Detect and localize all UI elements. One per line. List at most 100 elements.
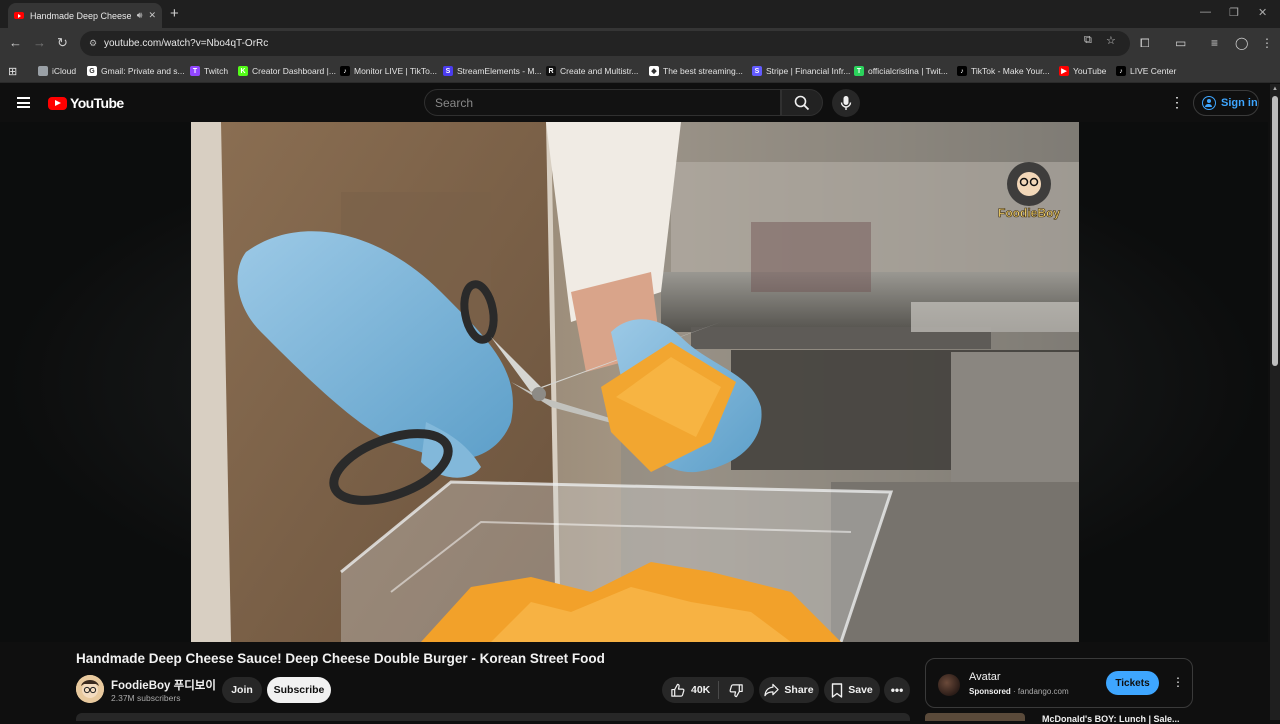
bookmark-item[interactable]: S StreamElements - M...	[443, 64, 542, 78]
video-frame-image: FoodieBoy	[191, 122, 1079, 642]
bookmark-star-icon[interactable]: ☆	[1106, 34, 1116, 47]
ad-title: Avatar	[969, 671, 1001, 683]
join-button[interactable]: Join	[222, 677, 262, 703]
media-control-icon[interactable]: ≡	[1211, 36, 1218, 50]
minimize-icon[interactable]: —	[1200, 6, 1211, 18]
bookmark-favicon-icon: R	[546, 66, 556, 76]
speaker-icon[interactable]: 🔊︎	[137, 10, 143, 21]
back-icon[interactable]: ←	[9, 36, 22, 50]
bookmark-label: Gmail: Private and s...	[101, 66, 185, 76]
thumbs-up-icon	[671, 683, 685, 697]
forward-icon[interactable]: →	[33, 36, 46, 50]
browser-menu-icon[interactable]: ⋮	[1261, 36, 1273, 50]
bookmark-favicon-icon	[38, 66, 48, 76]
url-text: youtube.com/watch?v=Nbo4qT-OrRc	[104, 38, 269, 49]
like-button[interactable]: 40K	[662, 683, 718, 698]
bookmark-favicon-icon: ◆	[649, 66, 659, 76]
like-dislike-group: 40K	[662, 677, 754, 703]
search-input[interactable]: Search	[424, 89, 781, 116]
settings-kebab-icon[interactable]: ⋮	[1170, 94, 1184, 110]
browser-toolbar: ← → ↻ ⚙ youtube.com/watch?v=Nbo4qT-OrRc …	[0, 28, 1280, 59]
scroll-up-icon[interactable]: ▲	[1272, 86, 1278, 92]
next-video-title[interactable]: McDonald's BOY: Lunch | Sale...	[1042, 714, 1180, 724]
bookmark-item[interactable]: T Twitch	[190, 64, 228, 78]
bookmark-item[interactable]: iCloud	[38, 64, 76, 78]
sign-in-label: Sign in	[1221, 97, 1258, 109]
restore-icon[interactable]: ❐	[1229, 6, 1239, 19]
subscriber-count: 2.37M subscribers	[111, 693, 181, 703]
bookmark-favicon-icon: T	[854, 66, 864, 76]
address-bar[interactable]: ⚙ youtube.com/watch?v=Nbo4qT-OrRc	[80, 31, 1130, 56]
youtube-logo-icon	[48, 96, 67, 110]
bookmark-label: TikTok - Make Your...	[971, 66, 1050, 76]
voice-search-button[interactable]	[832, 89, 860, 117]
more-actions-button[interactable]: •••	[884, 677, 910, 703]
close-window-icon[interactable]: ✕	[1258, 6, 1267, 19]
search-button[interactable]	[781, 89, 823, 116]
apps-grid-icon[interactable]: ⊞	[8, 64, 17, 78]
bookmark-favicon-icon: S	[752, 66, 762, 76]
dislike-button[interactable]	[719, 683, 754, 698]
tickets-button[interactable]: Tickets	[1106, 671, 1159, 695]
install-app-icon[interactable]: ⧉	[1084, 34, 1092, 47]
bookmark-item[interactable]: ♪ TikTok - Make Your...	[957, 64, 1050, 78]
bookmark-favicon-icon: ♪	[957, 66, 967, 76]
sign-in-button[interactable]: Sign in	[1193, 90, 1259, 116]
new-tab-button[interactable]: +	[170, 6, 179, 21]
site-info-icon[interactable]: ⚙	[86, 37, 100, 51]
sidepanel-icon[interactable]: ▭	[1175, 36, 1186, 50]
bookmark-favicon-icon: ▶	[1059, 66, 1069, 76]
video-player[interactable]: FoodieBoy	[191, 122, 1079, 642]
bookmark-label: officialcristina | Twit...	[868, 66, 948, 76]
account-icon	[1202, 96, 1216, 110]
share-button[interactable]: Share	[759, 677, 819, 703]
menu-icon[interactable]	[17, 97, 30, 108]
profile-icon[interactable]: ◯	[1235, 36, 1248, 50]
subscribe-button[interactable]: Subscribe	[267, 677, 331, 703]
bookmark-item[interactable]: ♪ Monitor LIVE | TikTo...	[340, 64, 437, 78]
bookmark-icon	[832, 682, 843, 698]
close-tab-icon[interactable]: ✕	[148, 10, 156, 21]
bookmark-label: Stripe | Financial Infr...	[766, 66, 851, 76]
bookmark-item[interactable]: Tofficialcristina | Twit...	[854, 64, 948, 78]
bookmark-label: iCloud	[52, 66, 77, 76]
bookmark-item[interactable]: ▶ YouTube	[1059, 64, 1106, 78]
youtube-logo[interactable]: YouTube	[48, 95, 124, 111]
browser-tab-active[interactable]: Handmade Deep Cheese Sa 🔊︎ ✕	[8, 3, 162, 28]
scrollbar-thumb[interactable]	[1272, 96, 1278, 366]
bookmark-favicon-icon: S	[443, 66, 453, 76]
reload-icon[interactable]: ↻	[57, 36, 68, 50]
extensions-icon[interactable]: ⧠	[1140, 36, 1150, 51]
bookmark-label: Twitch	[204, 66, 229, 76]
save-button[interactable]: Save	[824, 677, 880, 703]
share-icon	[764, 683, 780, 697]
more-horizontal-icon: •••	[890, 683, 904, 697]
like-count: 40K	[691, 684, 711, 696]
youtube-header: YouTube Search ⋮ Sign in	[0, 84, 1280, 122]
bookmark-favicon-icon: ♪	[1116, 66, 1126, 76]
bookmark-label: The best streaming...	[663, 66, 743, 76]
thumbs-down-icon	[729, 683, 743, 697]
ad-menu-icon[interactable]: ⋮	[1172, 675, 1184, 689]
channel-avatar[interactable]	[76, 675, 104, 703]
youtube-favicon-icon	[14, 12, 24, 19]
bookmark-item[interactable]: S Stripe | Financial Infr...	[752, 64, 850, 78]
bookmark-label: LIVE Center	[1130, 66, 1177, 76]
channel-name[interactable]: FoodieBoy 푸디보이	[111, 677, 216, 693]
bookmark-item[interactable]: ◆ The best streaming...	[649, 64, 743, 78]
sponsored-ad-card[interactable]: Avatar Sponsored · fandango.com Tickets …	[925, 658, 1193, 708]
bookmark-item[interactable]: G Gmail: Private and s...	[87, 64, 185, 78]
foodieboy-watermark-icon	[1007, 162, 1051, 206]
channel-avatar-icon	[76, 675, 104, 703]
ad-avatar	[938, 674, 960, 696]
bookmark-label: Monitor LIVE | TikTo...	[354, 66, 437, 76]
bookmark-favicon-icon: K	[238, 66, 248, 76]
watermark-text: FoodieBoy	[998, 206, 1060, 220]
bookmark-label: Creator Dashboard |...	[252, 66, 336, 76]
microphone-icon	[840, 96, 852, 110]
bookmark-item[interactable]: K Creator Dashboard |...	[238, 64, 336, 78]
page-scrollbar[interactable]: ▲	[1270, 84, 1280, 720]
bookmark-item[interactable]: R Create and Multistr...	[546, 64, 638, 78]
bookmark-item[interactable]: ♪ LIVE Center	[1116, 64, 1176, 78]
bookmark-favicon-icon: T	[190, 66, 200, 76]
